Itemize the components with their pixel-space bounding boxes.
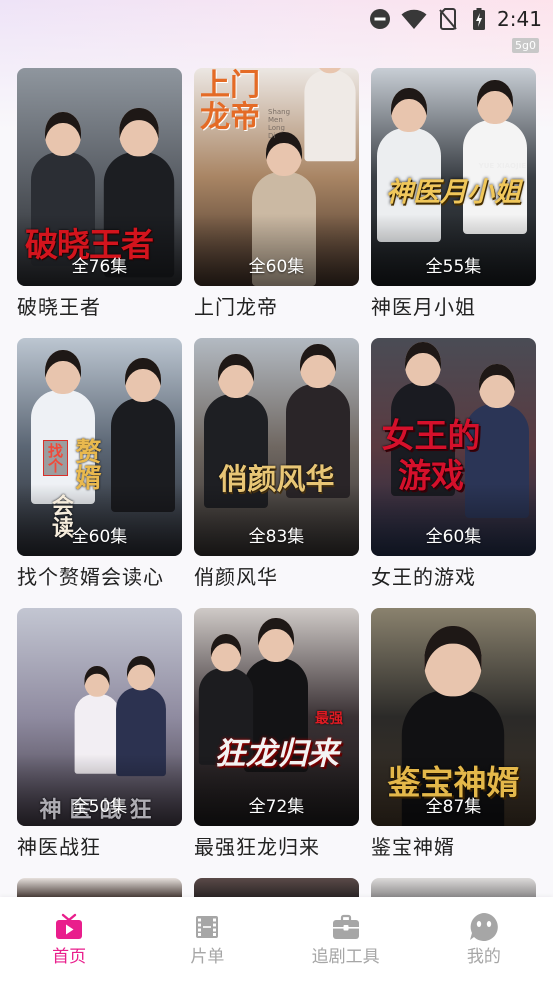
no-sim-icon (439, 8, 457, 30)
drama-card[interactable]: 上门龙帝 Shang Men Long Di 全60集 上门龙帝 (194, 68, 359, 338)
drama-poster[interactable]: 狂龙归来 最强全72集 (194, 608, 359, 826)
drama-title[interactable]: 鉴宝神婿 (371, 836, 536, 858)
dnd-icon (370, 9, 390, 29)
drama-title[interactable]: 女王的游戏 (371, 566, 536, 588)
figure-head (424, 626, 482, 697)
figure-head (405, 342, 441, 386)
drama-poster[interactable]: 鉴宝神婿 全87集 (371, 608, 536, 826)
nav-profile[interactable]: 我的 (415, 897, 553, 983)
drama-card[interactable] (17, 878, 182, 897)
poster-art-subtitle: YUE XIAOJIE (478, 162, 526, 170)
drama-title[interactable]: 破晓王者 (17, 296, 182, 318)
drama-card[interactable]: 神医战狂 全50集神医战狂 (17, 608, 182, 878)
episode-count: 全60集 (248, 257, 305, 277)
figure-head (119, 108, 159, 157)
poster-art-title: 俏颜风华 (218, 462, 335, 496)
figure-head (477, 80, 513, 124)
figure-head (45, 112, 81, 156)
drama-card[interactable] (371, 878, 536, 897)
drama-poster[interactable] (194, 878, 359, 897)
figure-head (84, 666, 110, 697)
episode-count: 全87集 (425, 797, 482, 817)
drama-poster[interactable]: 神医战狂 全50集 (17, 608, 182, 826)
drama-card[interactable]: 神医月小姐 YUE XIAOJIE 全55集 神医月小姐 (371, 68, 536, 338)
figure-head (218, 354, 254, 398)
drama-card[interactable]: 女王的游戏 全60集 女王的游戏 (371, 338, 536, 608)
poster-art-title: 女王的游戏 (381, 416, 481, 495)
drama-card[interactable] (194, 878, 359, 897)
figure-body (304, 70, 356, 162)
drama-poster[interactable]: 女王的游戏全60集 (371, 338, 536, 556)
poster-art-subtitle: 找个 (43, 440, 68, 476)
poster-art-subtitle: Shang Men Long Di (268, 108, 291, 140)
poster-art-title: 狂龙归来 (214, 736, 339, 772)
drama-card[interactable]: 狂龙归来 最强全72集最强狂龙归来 (194, 608, 359, 878)
nav-home-label: 首页 (52, 947, 87, 967)
poster-art-title: 神医月小姐 (386, 177, 521, 208)
nav-tools-label: 追剧工具 (311, 947, 380, 967)
figure-head (126, 656, 156, 691)
drama-title[interactable]: 最强狂龙归来 (194, 836, 359, 858)
drama-card[interactable]: 俏颜风华 全83集 俏颜风华 (194, 338, 359, 608)
episode-count: 全55集 (425, 257, 482, 277)
poster-art-subtitle: 最强 (315, 711, 343, 727)
drama-poster[interactable]: 上门龙帝 Shang Men Long Di 全60集 (194, 68, 359, 286)
episode-count: 全83集 (248, 527, 305, 547)
drama-card[interactable]: 破晓王者 全76集破晓王者 (17, 68, 182, 338)
drama-title[interactable]: 神医战狂 (17, 836, 182, 858)
figure-head (210, 634, 242, 672)
nav-profile-label: 我的 (466, 947, 501, 967)
poster-figure (304, 68, 356, 162)
nav-playlist[interactable]: 片单 (138, 897, 276, 983)
toolbox-icon (331, 912, 361, 942)
poster-art-title: 赘婿 (71, 438, 101, 490)
wifi-icon (401, 9, 427, 29)
figure-head (45, 350, 81, 394)
drama-title[interactable]: 上门龙帝 (194, 296, 359, 318)
drama-poster[interactable]: 赘婿 找个 会读 全60集 (17, 338, 182, 556)
drama-title[interactable]: 神医月小姐 (371, 296, 536, 318)
tv-icon (54, 912, 84, 942)
bottom-nav: 首页 片单 追剧工具 我的 (0, 897, 553, 983)
episode-count: 全72集 (248, 797, 305, 817)
figure-head (125, 358, 161, 402)
figure-head (479, 364, 515, 408)
episode-count: 全76集 (71, 257, 128, 277)
drama-grid: 破晓王者 全76集 破晓王者 上门龙帝 Shang Men Long Di 全60集 上门龙… (17, 68, 536, 897)
network-badge: 5g0 (512, 38, 539, 53)
drama-poster[interactable] (17, 878, 182, 897)
figure-head (300, 344, 336, 388)
episode-count: 全50集 (71, 797, 128, 817)
film-icon (193, 912, 221, 942)
poster-figure (463, 80, 527, 234)
drama-poster[interactable] (371, 878, 536, 897)
clock: 2:41 (497, 7, 542, 31)
drama-card[interactable]: 赘婿 找个 会读 全60集找个赘婿会读心 (17, 338, 182, 608)
episode-count: 全60集 (71, 527, 128, 547)
profile-icon (468, 912, 500, 942)
episode-count: 全60集 (425, 527, 482, 547)
nav-playlist-label: 片单 (190, 947, 225, 967)
drama-card[interactable]: 鉴宝神婿 全87集鉴宝神婿 (371, 608, 536, 878)
figure-head (391, 88, 427, 132)
drama-poster[interactable]: 破晓王者 全76集 (17, 68, 182, 286)
home-feed: 2:41 5g0 破晓王者 全76集 破晓王者 上门龙帝 Shang Men Long … (0, 0, 553, 897)
figure-head (258, 618, 294, 662)
drama-title[interactable]: 找个赘婿会读心 (17, 566, 182, 588)
nav-tools[interactable]: 追剧工具 (277, 897, 415, 983)
drama-poster[interactable]: 神医月小姐 YUE XIAOJIE 全55集 (371, 68, 536, 286)
drama-poster[interactable]: 俏颜风华全83集 (194, 338, 359, 556)
battery-charging-icon (473, 8, 485, 30)
nav-home[interactable]: 首页 (0, 897, 138, 983)
poster-art-title: 上门龙帝 (200, 68, 260, 135)
drama-title[interactable]: 俏颜风华 (194, 566, 359, 588)
